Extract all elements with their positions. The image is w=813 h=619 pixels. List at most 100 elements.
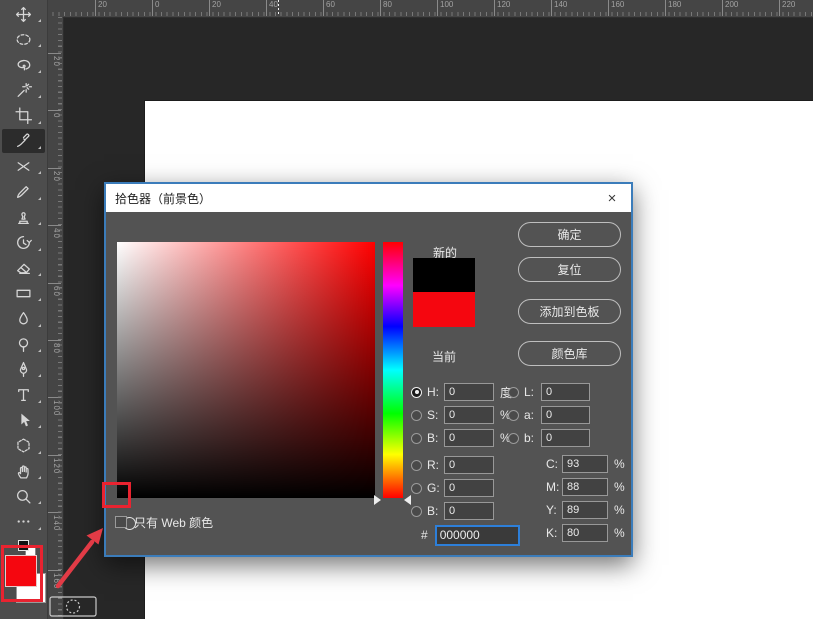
default-colors-icon[interactable]: [18, 540, 29, 551]
path-select-tool[interactable]: [2, 408, 45, 432]
more-tools[interactable]: [2, 510, 45, 534]
crossed-tools-icon: [15, 158, 32, 175]
reset-button[interactable]: 复位: [518, 257, 621, 282]
saturation-brightness-field[interactable]: [117, 242, 375, 498]
blue-radio[interactable]: [411, 506, 422, 517]
hex-input[interactable]: [435, 525, 520, 546]
dodge-tool[interactable]: [2, 332, 45, 356]
gradient-icon: [15, 285, 32, 302]
close-icon: ×: [608, 190, 617, 207]
black-unit: %: [614, 526, 625, 540]
type-tool[interactable]: [2, 383, 45, 407]
field-row-hex: #: [421, 526, 520, 544]
brightness-label: B:: [427, 431, 444, 445]
saturation-label: S:: [427, 408, 444, 422]
brush-tool[interactable]: [2, 180, 45, 204]
dialog-title: 拾色器（前景色）: [106, 190, 593, 207]
hue-slider-left-arrow[interactable]: [374, 495, 381, 505]
ellipse-marquee-icon: [15, 31, 32, 48]
pen-tool[interactable]: [2, 357, 45, 381]
red-radio[interactable]: [411, 460, 422, 471]
lasso-tool[interactable]: [2, 53, 45, 77]
quick-mask-icon: [46, 595, 100, 618]
field-row-saturation: S: %: [411, 406, 511, 424]
ruler-label-v: 140: [48, 512, 61, 531]
cyan-input[interactable]: [562, 455, 608, 473]
blue-label: B:: [427, 504, 444, 518]
tool-bar: [0, 0, 48, 619]
field-row-lab-l: L:: [508, 383, 590, 401]
ruler-label-h: 200: [722, 0, 738, 16]
ruler-label-h: 40: [266, 0, 278, 16]
close-button[interactable]: ×: [593, 184, 631, 212]
color-swatch-widget: [1, 537, 46, 607]
dodge-icon: [15, 336, 32, 353]
hue-input[interactable]: [444, 383, 494, 401]
tool-list: [0, 2, 47, 534]
measure-tool[interactable]: [2, 154, 45, 178]
history-brush-tool[interactable]: [2, 231, 45, 255]
new-color-swatch: [413, 258, 475, 292]
saturation-input[interactable]: [444, 406, 494, 424]
red-input[interactable]: [444, 456, 494, 474]
field-row-lab-b: b:: [508, 429, 590, 447]
field-row-blue: B:: [411, 502, 494, 520]
lab-l-input[interactable]: [541, 383, 590, 401]
yellow-input[interactable]: [562, 501, 608, 519]
red-label: R:: [427, 458, 444, 472]
black-label: K:: [546, 526, 562, 540]
magic-wand-tool[interactable]: [2, 78, 45, 102]
foreground-color-swatch[interactable]: [5, 555, 37, 587]
dialog-titlebar[interactable]: 拾色器（前景色） ×: [106, 184, 631, 212]
shape-tool[interactable]: [2, 434, 45, 458]
web-colors-label: 只有 Web 颜色: [134, 514, 213, 531]
lab-b-input[interactable]: [541, 429, 590, 447]
ok-button[interactable]: 确定: [518, 222, 621, 247]
magenta-input[interactable]: [562, 478, 608, 496]
blue-input[interactable]: [444, 502, 494, 520]
blur-tool[interactable]: [2, 307, 45, 331]
crop-tool[interactable]: [2, 104, 45, 128]
hand-tool[interactable]: [2, 459, 45, 483]
green-radio[interactable]: [411, 483, 422, 494]
color-libraries-button[interactable]: 颜色库: [518, 341, 621, 366]
clone-stamp-tool[interactable]: [2, 205, 45, 229]
zoom-tool[interactable]: [2, 484, 45, 508]
ruler-label-h: 20: [209, 0, 221, 16]
field-row-red: R:: [411, 456, 494, 474]
ruler-label-h: 180: [665, 0, 681, 16]
add-to-swatches-button[interactable]: 添加到色板: [518, 299, 621, 324]
hand-icon: [15, 463, 32, 480]
move-tool[interactable]: [2, 2, 45, 26]
lab-a-radio[interactable]: [508, 410, 519, 421]
quick-mask-button[interactable]: [46, 595, 100, 619]
ruler-label-v: 100: [48, 397, 61, 416]
field-row-yellow: Y: %: [546, 501, 625, 519]
magenta-label: M:: [546, 480, 562, 494]
brightness-radio[interactable]: [411, 433, 422, 444]
hue-slider-right-arrow[interactable]: [404, 495, 411, 505]
field-row-magenta: M: %: [546, 478, 625, 496]
black-input[interactable]: [562, 524, 608, 542]
gradient-tool[interactable]: [2, 281, 45, 305]
ruler-label-v: 120: [48, 455, 61, 474]
dialog-body: 新的 当前 确定 复位 添加到色板 颜色库 H: 度 S: %: [106, 212, 631, 555]
brightness-input[interactable]: [444, 429, 494, 447]
eraser-tool[interactable]: [2, 256, 45, 280]
marquee-tool[interactable]: [2, 27, 45, 51]
hue-radio[interactable]: [411, 387, 422, 398]
web-colors-row: 只有 Web 颜色: [115, 513, 213, 531]
web-colors-checkbox[interactable]: [115, 516, 127, 528]
ruler-label-h: 100: [437, 0, 453, 16]
vertical-ruler: 20020406080100120140160: [47, 17, 64, 619]
lab-a-input[interactable]: [541, 406, 590, 424]
lab-b-radio[interactable]: [508, 433, 519, 444]
lab-l-radio[interactable]: [508, 387, 519, 398]
hue-slider[interactable]: [383, 242, 403, 498]
field-row-lab-a: a:: [508, 406, 590, 424]
saturation-radio[interactable]: [411, 410, 422, 421]
eyedropper-tool[interactable]: [2, 129, 45, 153]
ruler-label-h: 160: [608, 0, 624, 16]
lab-a-label: a:: [524, 408, 541, 422]
green-input[interactable]: [444, 479, 494, 497]
